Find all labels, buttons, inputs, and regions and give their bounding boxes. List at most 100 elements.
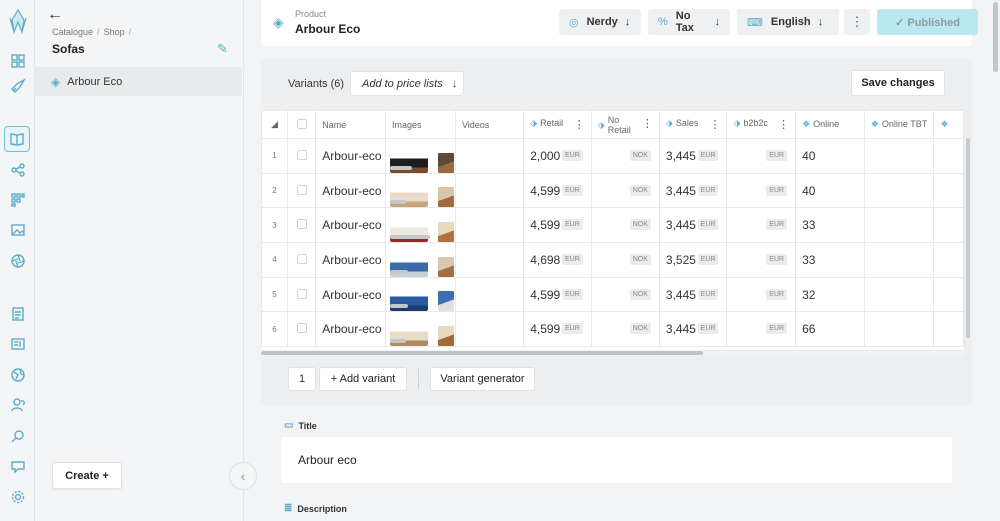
col-sales-header[interactable]: ⬗ Sales ⋮ [658, 110, 728, 139]
b2b2c-price-cell[interactable]: EUR [726, 242, 797, 278]
retail-price-cell[interactable]: 4,698 EUR [523, 242, 592, 278]
col-online-tbt-header[interactable]: ❖ Online TBT [863, 110, 935, 139]
variant-images-cell[interactable] [385, 311, 456, 348]
translate-icon[interactable] [8, 456, 27, 475]
globe-icon[interactable] [8, 365, 27, 384]
apps-icon[interactable] [8, 190, 27, 209]
online-tbt-stock-cell[interactable] [863, 276, 935, 313]
variant-videos-cell[interactable] [454, 172, 525, 209]
thumbnail-scrollbar[interactable] [390, 339, 406, 344]
product-thumbnail[interactable] [438, 152, 454, 173]
language-button[interactable]: ⌨ English ↓ [737, 9, 839, 35]
sales-price-cell[interactable]: 3,445 EUR [658, 207, 728, 244]
sort-corner-icon[interactable]: ◢ [261, 110, 289, 139]
grid-horizontal-scrollbar[interactable] [261, 350, 964, 356]
online-stock-cell[interactable]: 40 [795, 172, 865, 209]
kebab-icon[interactable]: ⋮ [778, 118, 789, 131]
no-retail-price-cell[interactable]: NOK [590, 276, 660, 313]
extra-stock-cell[interactable] [933, 276, 964, 313]
sales-price-cell[interactable]: 3,445 EUR [658, 172, 728, 209]
product-thumbnail[interactable] [390, 289, 428, 311]
retail-price-cell[interactable]: 4,599 EUR [523, 207, 592, 244]
product-thumbnail[interactable] [438, 222, 454, 242]
online-stock-cell[interactable]: 40 [795, 138, 865, 174]
row-checkbox[interactable] [287, 242, 317, 278]
sales-price-cell[interactable]: 3,445 EUR [658, 276, 728, 313]
product-thumbnail[interactable] [438, 291, 454, 311]
tax-button[interactable]: % No Tax ↓ [648, 9, 730, 35]
online-stock-cell[interactable]: 32 [795, 276, 865, 313]
online-stock-cell[interactable]: 66 [795, 311, 865, 348]
table-row[interactable]: 3 Arbour-eco 4,599 EUR NOK 3,445 EUR EUR 33 [261, 207, 964, 244]
col-no-retail-header[interactable]: ⬗ ⋮ No Retail [590, 110, 660, 139]
product-thumbnail[interactable] [390, 185, 428, 207]
product-thumbnail[interactable] [438, 187, 454, 207]
create-button[interactable]: Create + [52, 462, 122, 489]
online-tbt-stock-cell[interactable] [863, 242, 935, 278]
variant-images-cell[interactable] [385, 242, 456, 278]
search-icon[interactable] [8, 426, 27, 445]
gear-icon[interactable] [8, 487, 27, 506]
variant-videos-cell[interactable] [454, 311, 525, 348]
add-to-price-lists-button[interactable]: Add to price lists ↓ [350, 71, 464, 96]
no-retail-price-cell[interactable]: NOK [590, 138, 660, 174]
variant-name-cell[interactable]: Arbour-eco [315, 207, 386, 244]
thumbnail-scrollbar[interactable] [390, 235, 430, 240]
thumbnail-scrollbar[interactable] [390, 304, 408, 309]
breadcrumb-catalogue[interactable]: Catalogue [52, 27, 93, 37]
variant-images-cell[interactable] [385, 207, 456, 244]
row-checkbox[interactable] [287, 172, 317, 209]
variant-videos-cell[interactable] [454, 138, 525, 174]
col-retail-header[interactable]: ⬗ Retail ⋮ [523, 110, 592, 139]
tree-item-arbour-eco[interactable]: ◈ Arbour Eco [35, 67, 242, 96]
no-retail-price-cell[interactable]: NOK [590, 172, 660, 209]
select-all-checkbox[interactable] [287, 110, 317, 139]
edit-pencil-icon[interactable]: ✎ [217, 41, 228, 57]
retail-price-cell[interactable]: 2,000 EUR [523, 138, 592, 174]
product-thumbnail[interactable] [438, 326, 454, 346]
online-tbt-stock-cell[interactable] [863, 207, 935, 244]
logo-icon[interactable] [7, 8, 28, 34]
grid-vertical-scrollbar[interactable] [964, 110, 972, 342]
media-icon[interactable] [8, 220, 27, 239]
variant-videos-cell[interactable] [454, 207, 525, 244]
title-input[interactable]: Arbour eco [281, 437, 952, 483]
b2b2c-price-cell[interactable]: EUR [726, 172, 797, 209]
table-row[interactable]: 5 Arbour-eco 4,599 EUR NOK 3,445 EUR EUR 32 [261, 276, 964, 313]
thumbnail-scrollbar[interactable] [390, 165, 412, 170]
kebab-icon[interactable]: ⋮ [642, 118, 653, 129]
table-row[interactable]: 6 Arbour-eco 4,599 EUR NOK 3,445 EUR EUR 66 [261, 311, 964, 348]
aperture-icon[interactable] [8, 251, 27, 270]
variant-name-cell[interactable]: Arbour-eco [315, 276, 386, 313]
row-checkbox[interactable] [287, 311, 317, 348]
retail-price-cell[interactable]: 4,599 EUR [523, 276, 592, 313]
thumbnail-scrollbar[interactable] [390, 269, 408, 274]
clipboard-icon[interactable] [8, 304, 27, 323]
save-changes-button[interactable]: Save changes [851, 70, 945, 96]
share-icon[interactable] [8, 160, 27, 179]
document-icon[interactable] [8, 334, 27, 353]
thumbnail-scrollbar[interactable] [390, 200, 406, 205]
variant-name-cell[interactable]: Arbour-eco [315, 242, 386, 278]
sales-price-cell[interactable]: 3,525 EUR [658, 242, 728, 278]
row-checkbox[interactable] [287, 276, 317, 313]
add-variant-button[interactable]: + Add variant [319, 367, 407, 391]
no-retail-price-cell[interactable]: NOK [590, 242, 660, 278]
col-name-header[interactable]: Name [315, 110, 386, 139]
variant-images-cell[interactable] [385, 172, 456, 209]
extra-stock-cell[interactable] [933, 138, 964, 174]
table-row[interactable]: 1 Arbour-eco 2,000 EUR NOK 3,445 EUR EUR 40 [261, 138, 964, 174]
catalogue-icon[interactable] [4, 126, 30, 152]
product-thumbnail[interactable] [438, 256, 454, 277]
variant-videos-cell[interactable] [454, 242, 525, 278]
variant-images-cell[interactable] [385, 276, 456, 313]
published-button[interactable]: ✓ Published [877, 9, 978, 35]
extra-stock-cell[interactable] [933, 207, 964, 244]
variant-generator-button[interactable]: Variant generator [430, 367, 535, 391]
row-checkbox[interactable] [287, 138, 317, 174]
b2b2c-price-cell[interactable]: EUR [726, 276, 797, 313]
table-row[interactable]: 2 Arbour-eco 4,599 EUR NOK 3,445 EUR EUR 40 [261, 172, 964, 209]
table-row[interactable]: 4 Arbour-eco 4,698 EUR NOK 3,525 EUR EUR 33 [261, 242, 964, 278]
users-icon[interactable] [8, 395, 27, 414]
extra-stock-cell[interactable] [933, 311, 964, 348]
